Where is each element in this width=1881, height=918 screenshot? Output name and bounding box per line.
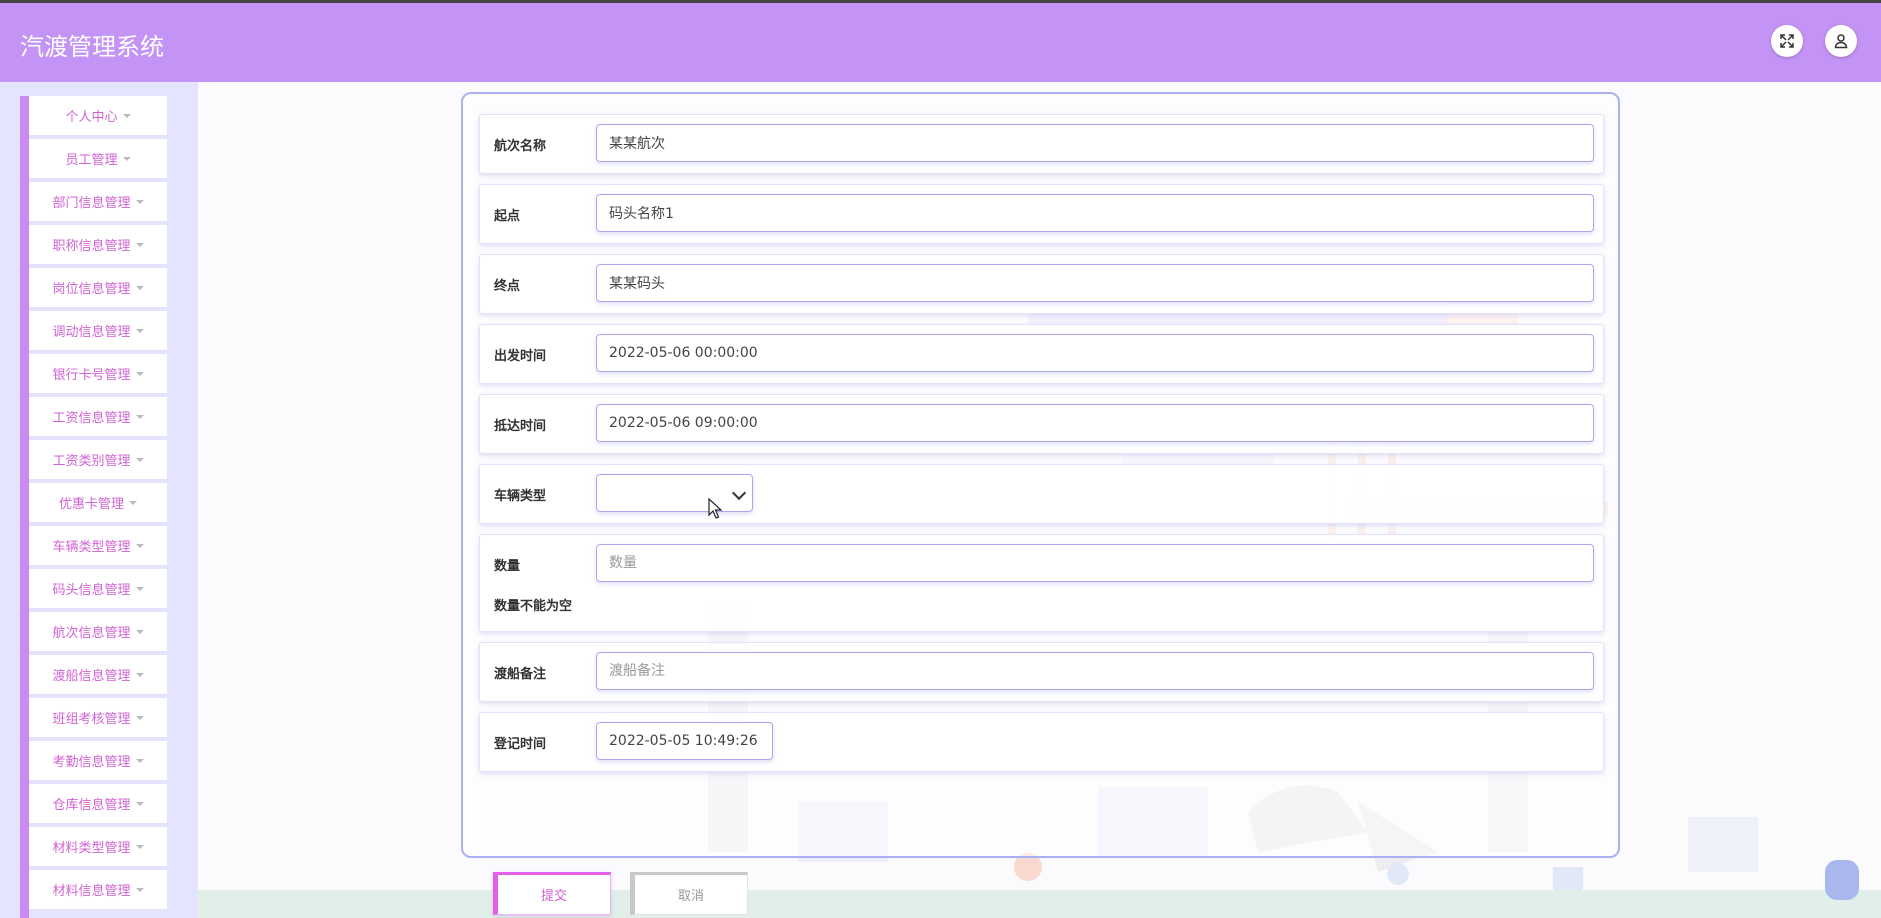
caret-down-icon xyxy=(122,156,131,161)
voyage-form: 航次名称 起点 终点 出发时间 抵达时间 车辆类型 数量 数量不能为空 渡船备注… xyxy=(461,92,1620,915)
arrival-time-input[interactable] xyxy=(596,404,1594,442)
caret-down-icon xyxy=(135,285,144,290)
caret-down-icon xyxy=(135,242,144,247)
caret-down-icon xyxy=(135,801,144,806)
caret-down-icon xyxy=(122,113,131,118)
ferry-remark-input[interactable] xyxy=(596,652,1594,690)
sidebar-item-voyage[interactable]: 航次信息管理 xyxy=(29,612,167,652)
caret-down-icon xyxy=(135,672,144,677)
sidebar-item-personal-center[interactable]: 个人中心 xyxy=(29,96,167,136)
caret-down-icon xyxy=(135,629,144,634)
caret-down-icon xyxy=(135,328,144,333)
end-point-input[interactable] xyxy=(596,264,1594,302)
form-row-end-point: 终点 xyxy=(479,254,1604,314)
departure-time-label: 出发时间 xyxy=(494,349,547,364)
caret-down-icon xyxy=(135,457,144,462)
sidebar-item-salary[interactable]: 工资信息管理 xyxy=(29,397,167,437)
sidebar-item-attendance[interactable]: 考勤信息管理 xyxy=(29,741,167,781)
register-time-label: 登记时间 xyxy=(494,737,547,752)
register-time-input[interactable] xyxy=(596,722,773,760)
ferry-remark-label: 渡船备注 xyxy=(494,667,547,682)
form-row-vehicle-type: 车辆类型 xyxy=(479,464,1604,524)
end-point-label: 终点 xyxy=(494,279,521,294)
sidebar-item-employee[interactable]: 员工管理 xyxy=(29,139,167,179)
caret-down-icon xyxy=(135,887,144,892)
sidebar-accent-stripe xyxy=(20,96,29,918)
caret-down-icon xyxy=(135,199,144,204)
caret-down-icon xyxy=(129,500,137,505)
sidebar-item-ferry[interactable]: 渡船信息管理 xyxy=(29,655,167,695)
sidebar-item-transfer[interactable]: 调动信息管理 xyxy=(29,311,167,351)
sidebar-menu: 个人中心 员工管理 部门信息管理 职称信息管理 岗位信息管理 调动信息管理 银行… xyxy=(29,96,167,913)
vehicle-type-label: 车辆类型 xyxy=(494,489,547,504)
submit-button[interactable]: 提交 xyxy=(493,872,611,915)
top-bar: 汽渡管理系统 xyxy=(0,0,1881,82)
start-point-input[interactable] xyxy=(596,194,1594,232)
voyage-name-label: 航次名称 xyxy=(494,139,547,154)
caret-down-icon xyxy=(135,844,144,849)
quantity-error-message: 数量不能为空 xyxy=(494,599,573,614)
arrival-time-label: 抵达时间 xyxy=(494,419,547,434)
quantity-label: 数量 xyxy=(494,559,521,574)
footer-strip xyxy=(198,890,1881,918)
app-title: 汽渡管理系统 xyxy=(20,33,164,61)
sidebar-item-title[interactable]: 职称信息管理 xyxy=(29,225,167,265)
sidebar-item-position[interactable]: 岗位信息管理 xyxy=(29,268,167,308)
mouse-cursor-icon xyxy=(708,498,723,519)
quantity-input[interactable] xyxy=(596,544,1594,582)
sidebar-item-team-assessment[interactable]: 班组考核管理 xyxy=(29,698,167,738)
start-point-label: 起点 xyxy=(494,209,521,224)
form-row-voyage-name: 航次名称 xyxy=(479,114,1604,174)
departure-time-input[interactable] xyxy=(596,334,1594,372)
form-row-register-time: 登记时间 xyxy=(479,712,1604,772)
sidebar-item-vehicle-type[interactable]: 车辆类型管理 xyxy=(29,526,167,566)
form-row-departure-time: 出发时间 xyxy=(479,324,1604,384)
sidebar-item-department[interactable]: 部门信息管理 xyxy=(29,182,167,222)
fullscreen-icon[interactable] xyxy=(1771,25,1803,57)
form-row-ferry-remark: 渡船备注 xyxy=(479,642,1604,702)
sidebar-item-material[interactable]: 材料信息管理 xyxy=(29,870,167,910)
chevron-down-icon xyxy=(731,485,747,501)
form-row-quantity: 数量 数量不能为空 xyxy=(479,534,1604,632)
cancel-button[interactable]: 取消 xyxy=(630,872,748,915)
sidebar-item-salary-type[interactable]: 工资类别管理 xyxy=(29,440,167,480)
caret-down-icon xyxy=(135,758,144,763)
form-row-start-point: 起点 xyxy=(479,184,1604,244)
caret-down-icon xyxy=(135,543,144,548)
caret-down-icon xyxy=(135,715,144,720)
sidebar-item-discount-card[interactable]: 优惠卡管理 xyxy=(29,483,167,523)
caret-down-icon xyxy=(135,414,144,419)
vehicle-type-select[interactable] xyxy=(596,474,753,512)
form-row-arrival-time: 抵达时间 xyxy=(479,394,1604,454)
sidebar-item-warehouse[interactable]: 仓库信息管理 xyxy=(29,784,167,824)
caret-down-icon xyxy=(135,586,144,591)
sidebar-item-dock[interactable]: 码头信息管理 xyxy=(29,569,167,609)
caret-down-icon xyxy=(135,371,144,376)
sidebar-item-bank-card[interactable]: 银行卡号管理 xyxy=(29,354,167,394)
sidebar-item-material-type[interactable]: 材料类型管理 xyxy=(29,827,167,867)
user-icon[interactable] xyxy=(1825,25,1857,57)
help-widget-icon[interactable] xyxy=(1825,860,1859,900)
voyage-name-input[interactable] xyxy=(596,124,1594,162)
